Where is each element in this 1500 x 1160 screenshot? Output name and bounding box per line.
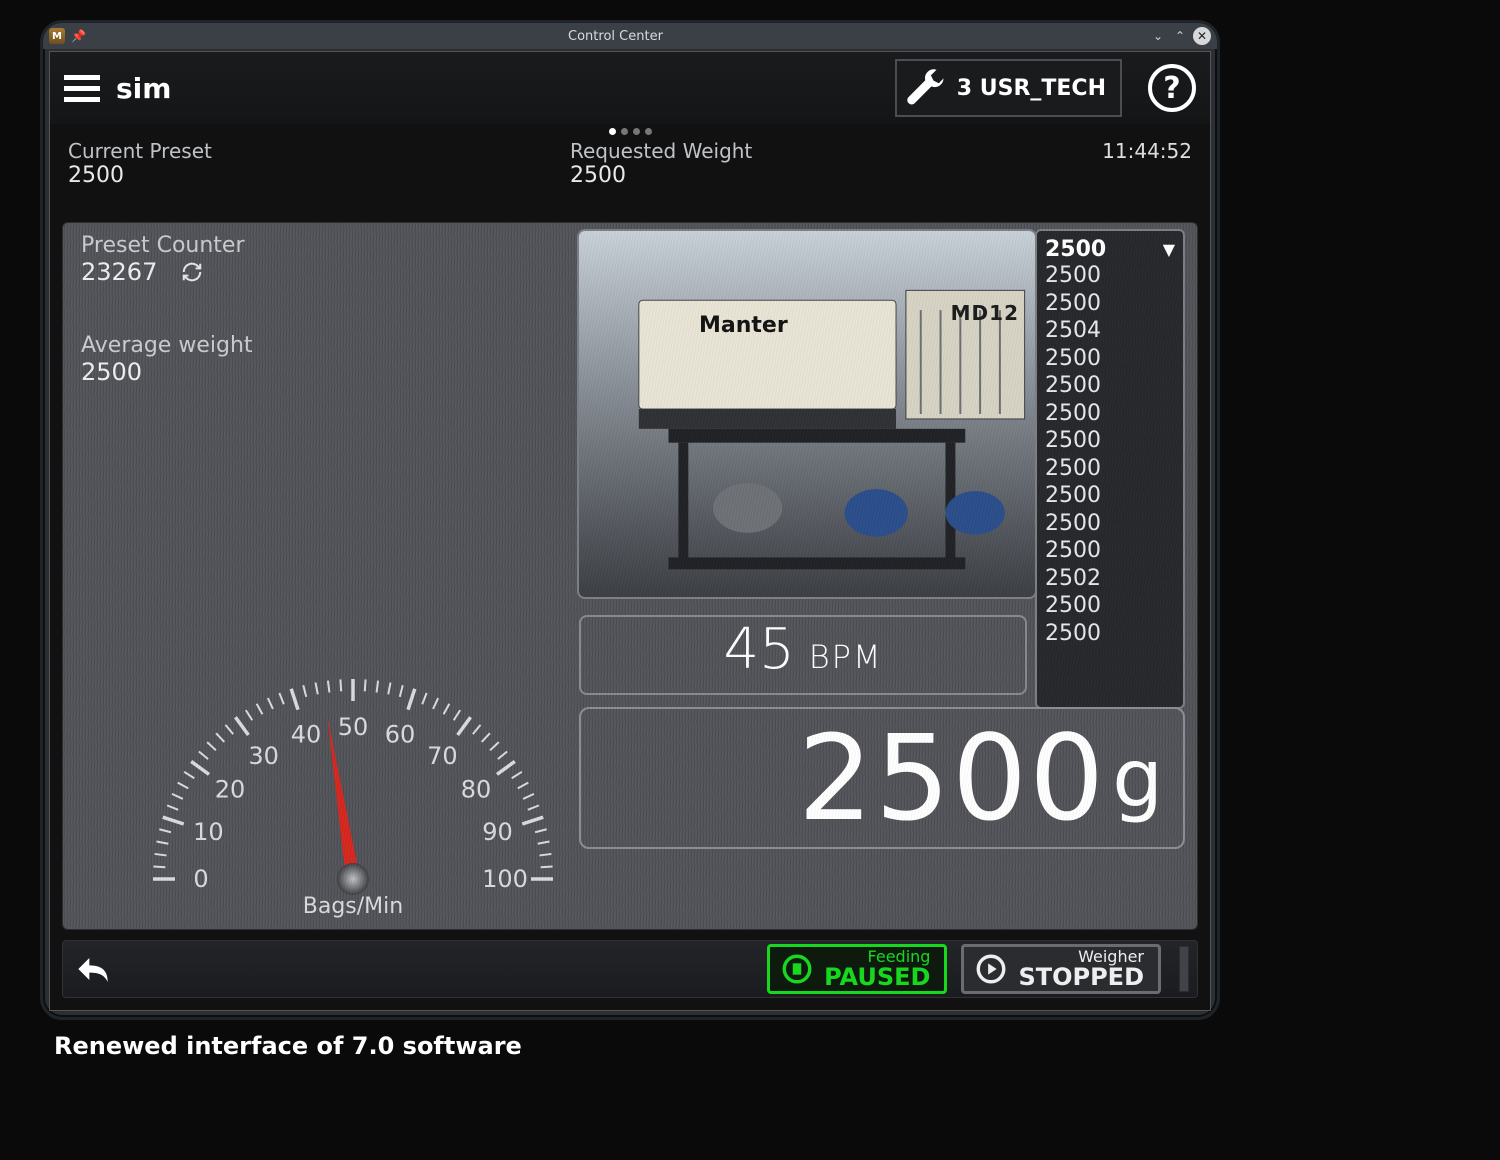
window-maximize-icon[interactable]: ⌃ <box>1171 27 1189 45</box>
help-icon[interactable]: ? <box>1148 64 1196 112</box>
weight-list-item: 2504 <box>1045 317 1175 345</box>
user-button[interactable]: 3 USR_TECH <box>895 59 1122 117</box>
weight-list-item: 2500 <box>1045 290 1175 318</box>
current-preset-label: Current Preset <box>68 139 570 163</box>
bpm-gauge: 0102030405060708090100 Bags/Min <box>118 629 588 919</box>
svg-text:0: 0 <box>193 865 208 893</box>
bpm-panel: 45 BPM <box>579 615 1027 695</box>
clock: 11:44:52 <box>1072 139 1192 188</box>
footer-bar: Feeding PAUSED Weigher STOPPED <box>62 940 1198 998</box>
svg-text:40: 40 <box>291 720 322 748</box>
svg-text:20: 20 <box>215 776 246 804</box>
user-label: 3 USR_TECH <box>957 76 1106 101</box>
topbar: sim 3 USR_TECH ? <box>50 52 1210 124</box>
requested-weight-value: 2500 <box>570 163 1072 188</box>
bpm-unit: BPM <box>809 638 883 676</box>
requested-weight-label: Requested Weight <box>570 139 1072 163</box>
weight-list-item: 2502 <box>1045 565 1175 593</box>
app-icon: M <box>49 28 65 44</box>
window-titlebar: M 📌 Control Center ⌄ ⌃ ✕ <box>43 23 1217 49</box>
weight-list-top: 2500 <box>1045 237 1106 262</box>
preset-name: sim <box>116 72 171 105</box>
play-circle-icon <box>974 952 1008 986</box>
current-preset-value: 2500 <box>68 163 570 188</box>
svg-text:10: 10 <box>193 818 224 846</box>
weight-list-item: 2500 <box>1045 372 1175 400</box>
weigher-state: STOPPED <box>1018 965 1144 989</box>
machine-image: Manter MD12 <box>577 229 1037 599</box>
dropdown-icon[interactable]: ▼ <box>1163 240 1175 259</box>
preset-counter-label: Preset Counter <box>81 233 245 258</box>
wrench-icon <box>905 67 947 109</box>
weight-list-item: 2500 <box>1045 345 1175 373</box>
refresh-icon[interactable] <box>181 261 203 283</box>
weight-list-item: 2500 <box>1045 262 1175 290</box>
weight-display: 2500 g <box>579 707 1185 849</box>
pin-icon[interactable]: 📌 <box>71 29 86 43</box>
average-weight-label: Average weight <box>81 333 253 358</box>
svg-text:100: 100 <box>482 865 528 893</box>
weight-list-item: 2500 <box>1045 537 1175 565</box>
scroll-handle[interactable] <box>1179 946 1189 992</box>
machine-model: MD12 <box>951 301 1019 325</box>
weigher-button[interactable]: Weigher STOPPED <box>961 944 1161 994</box>
pause-circle-icon <box>780 952 814 986</box>
svg-text:60: 60 <box>385 720 416 748</box>
main-panel: Preset Counter 23267 Average weight 2500… <box>62 222 1198 930</box>
svg-text:30: 30 <box>248 742 279 770</box>
app-shell: sim 3 USR_TECH ? Current Preset 2500 Req… <box>49 51 1211 1011</box>
preset-counter-value: 23267 <box>81 258 157 286</box>
svg-text:90: 90 <box>482 818 513 846</box>
bpm-value: 45 <box>723 617 794 682</box>
weight-list-item: 2500 <box>1045 592 1175 620</box>
svg-text:80: 80 <box>461 776 492 804</box>
undo-icon[interactable] <box>71 951 115 987</box>
weight-unit: g <box>1112 732 1163 825</box>
weight-list-item: 2500 <box>1045 427 1175 455</box>
window-title: Control Center <box>86 29 1145 44</box>
svg-text:50: 50 <box>338 713 369 741</box>
gauge-caption: Bags/Min <box>118 894 588 919</box>
window-close-icon[interactable]: ✕ <box>1193 27 1211 45</box>
average-weight-value: 2500 <box>81 358 253 386</box>
weight-list-item: 2500 <box>1045 482 1175 510</box>
machine-brand: Manter <box>699 313 788 338</box>
caption-text: Renewed interface of 7.0 software <box>54 1032 522 1060</box>
feeding-button[interactable]: Feeding PAUSED <box>767 944 947 994</box>
weight-value: 2500 <box>798 709 1106 847</box>
weight-list-item: 2500 <box>1045 510 1175 538</box>
page-dots[interactable] <box>50 128 1210 135</box>
device-frame: M 📌 Control Center ⌄ ⌃ ✕ sim 3 USR_TECH … <box>40 20 1220 1020</box>
svg-text:70: 70 <box>427 742 458 770</box>
weight-list-item: 2500 <box>1045 455 1175 483</box>
weight-list-item: 2500 <box>1045 620 1175 648</box>
weight-list-item: 2500 <box>1045 400 1175 428</box>
info-row: Current Preset 2500 Requested Weight 250… <box>50 135 1210 188</box>
window-minimize-icon[interactable]: ⌄ <box>1149 27 1167 45</box>
hamburger-icon[interactable] <box>64 75 100 102</box>
feeding-state: PAUSED <box>824 965 930 989</box>
weight-list-panel[interactable]: 2500 ▼ 250025002504250025002500250025002… <box>1035 229 1185 709</box>
